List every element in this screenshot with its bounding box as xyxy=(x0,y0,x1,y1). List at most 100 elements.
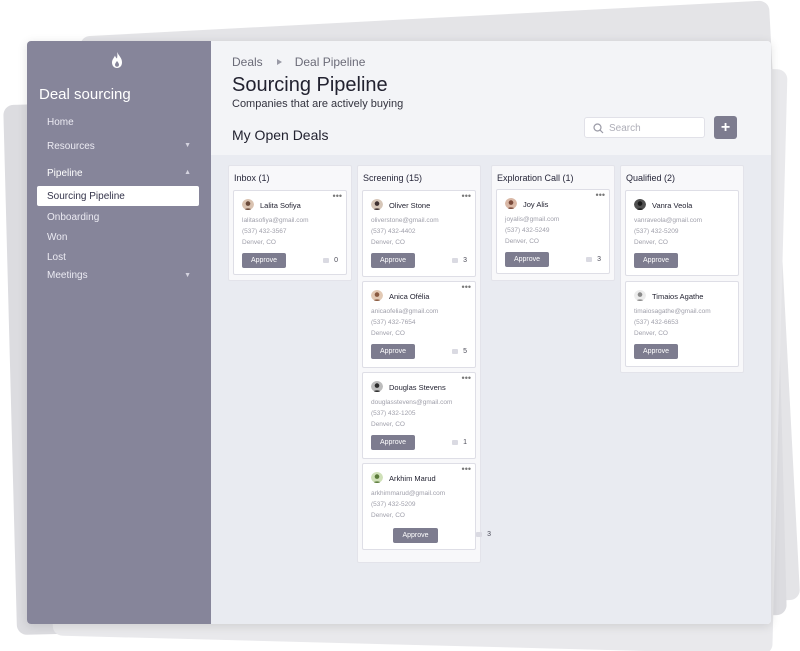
contact-location: Denver, CO xyxy=(371,239,405,246)
approve-button[interactable]: Approve xyxy=(505,252,549,267)
contact-email: douglasstevens@gmail.com xyxy=(371,399,453,406)
avatar xyxy=(634,289,646,301)
contact-name: Lalita Sofiya xyxy=(260,201,301,210)
deal-card[interactable]: ••• Arkhim Marud arkhimmarud@gmail.com (… xyxy=(362,463,491,550)
contact-name: Arkhim Marud xyxy=(389,474,436,483)
more-options-icon[interactable]: ••• xyxy=(596,190,605,200)
sidebar-item-pipeline[interactable]: Pipeline xyxy=(47,168,83,179)
page-title: Sourcing Pipeline xyxy=(232,74,388,96)
column-title: Exploration Call (1) xyxy=(497,173,574,183)
contact-phone: (537) 432-5209 xyxy=(371,501,416,508)
deal-card[interactable]: ••• Lalita Sofiya lalitasofiya@gmail.com… xyxy=(233,190,347,275)
more-options-icon[interactable]: ••• xyxy=(462,373,471,383)
deal-card[interactable]: ••• Joy Alis joyalis@gmail.com (537) 432… xyxy=(496,189,610,274)
sidebar-item-resources[interactable]: Resources xyxy=(47,141,95,152)
section-title: My Open Deals xyxy=(232,127,329,143)
contact-email: timaiosagathe@gmail.com xyxy=(634,308,711,315)
avatar xyxy=(634,198,646,210)
comment-count: 0 xyxy=(323,257,338,264)
column-title: Inbox (1) xyxy=(234,173,270,183)
flame-logo-icon[interactable] xyxy=(110,51,124,69)
column-title: Qualified (2) xyxy=(626,173,676,183)
app-title: Deal sourcing xyxy=(39,86,131,103)
approve-button[interactable]: Approve xyxy=(371,253,415,268)
chevron-down-icon[interactable]: ▼ xyxy=(184,142,191,149)
contact-name: Douglas Stevens xyxy=(389,383,446,392)
pipeline-board: Inbox (1) ••• Lalita Sofiya lalitasofiya… xyxy=(211,155,771,624)
contact-name: Timaios Agathe xyxy=(652,292,704,301)
app-window: Deal sourcing Home Resources ▼ Pipeline … xyxy=(27,41,771,624)
contact-location: Denver, CO xyxy=(371,421,405,428)
main-content: Deals Deal Pipeline Sourcing Pipeline Co… xyxy=(211,41,771,624)
contact-phone: (537) 432-5249 xyxy=(505,227,550,234)
avatar xyxy=(242,198,254,210)
contact-email: vanraveola@gmail.com xyxy=(634,217,703,224)
contact-name: Oliver Stone xyxy=(389,201,431,210)
deal-card[interactable]: Vanra Veola vanraveola@gmail.com (537) 4… xyxy=(625,190,739,276)
add-deal-button[interactable]: + xyxy=(714,116,737,139)
more-options-icon[interactable]: ••• xyxy=(462,282,471,292)
sidebar-item-meetings[interactable]: Meetings xyxy=(47,270,88,281)
deal-card[interactable]: Timaios Agathe timaiosagathe@gmail.com (… xyxy=(625,281,739,367)
approve-button[interactable]: Approve xyxy=(393,528,438,543)
chevron-up-icon[interactable]: ▲ xyxy=(184,169,191,176)
approve-button[interactable]: Approve xyxy=(371,344,415,359)
comment-count: 3 xyxy=(452,257,467,264)
contact-phone: (537) 432-4402 xyxy=(371,228,416,235)
deal-card[interactable]: ••• Oliver Stone oliverstone@gmail.com (… xyxy=(362,190,476,277)
approve-button[interactable]: Approve xyxy=(634,253,678,268)
sidebar-item-lost[interactable]: Lost xyxy=(47,252,66,263)
approve-button[interactable]: Approve xyxy=(242,253,286,268)
search-icon xyxy=(593,123,604,134)
sidebar-item-home[interactable]: Home xyxy=(47,117,74,128)
comment-count: 1 xyxy=(452,439,467,446)
sidebar-item-won[interactable]: Won xyxy=(47,232,67,243)
deal-card[interactable]: ••• Douglas Stevens douglasstevens@gmail… xyxy=(362,372,476,459)
page-subtitle: Companies that are actively buying xyxy=(232,98,404,110)
chevron-down-icon[interactable]: ▼ xyxy=(184,272,191,279)
contact-phone: (537) 432-6653 xyxy=(634,319,679,326)
sidebar-item-onboarding[interactable]: Onboarding xyxy=(47,212,99,223)
contact-name: Anica Ofélia xyxy=(389,292,430,301)
sidebar-item-label: Sourcing Pipeline xyxy=(47,191,125,202)
breadcrumb: Deals Deal Pipeline xyxy=(232,55,365,69)
contact-phone: (537) 432-5209 xyxy=(634,228,679,235)
comment-icon xyxy=(452,440,459,445)
deal-card[interactable]: ••• Anica Ofélia anicaofelia@gmail.com (… xyxy=(362,281,476,368)
pipeline-column-screening: Screening (15) ••• Oliver Stone oliverst… xyxy=(357,165,491,563)
contact-email: anicaofelia@gmail.com xyxy=(371,308,439,315)
comment-icon xyxy=(323,258,330,263)
avatar xyxy=(371,380,383,392)
sidebar-item-sourcing-pipeline[interactable]: Sourcing Pipeline xyxy=(37,186,199,206)
contact-location: Denver, CO xyxy=(634,330,668,337)
contact-email: arkhimmarud@gmail.com xyxy=(371,490,446,497)
comment-count: 3 xyxy=(586,256,601,263)
screenshot-stage: Deal sourcing Home Resources ▼ Pipeline … xyxy=(0,0,800,651)
avatar xyxy=(371,198,383,210)
contact-location: Denver, CO xyxy=(371,330,405,337)
comment-count: 3 xyxy=(476,531,491,538)
column-title: Screening (15) xyxy=(363,173,423,183)
comment-icon xyxy=(452,349,459,354)
contact-name: Vanra Veola xyxy=(652,201,693,210)
approve-button[interactable]: Approve xyxy=(634,344,678,359)
pipeline-column-exploration-call: Exploration Call (1) ••• Joy Alis joyali… xyxy=(491,165,615,281)
more-options-icon[interactable]: ••• xyxy=(462,464,471,474)
breadcrumb-current[interactable]: Deal Pipeline xyxy=(295,55,366,69)
more-options-icon[interactable]: ••• xyxy=(462,191,471,201)
comment-icon xyxy=(452,258,459,263)
approve-button[interactable]: Approve xyxy=(371,435,415,450)
contact-phone: (537) 432-3567 xyxy=(242,228,287,235)
avatar xyxy=(505,197,517,209)
comment-icon xyxy=(476,532,483,537)
comment-icon xyxy=(586,257,593,262)
contact-name: Joy Alis xyxy=(523,200,549,209)
search-input[interactable] xyxy=(609,121,699,135)
more-options-icon[interactable]: ••• xyxy=(333,191,342,201)
contact-location: Denver, CO xyxy=(634,239,668,246)
search-box[interactable] xyxy=(584,117,705,138)
contact-phone: (537) 432-1205 xyxy=(371,410,416,417)
breadcrumb-root[interactable]: Deals xyxy=(232,55,263,69)
avatar xyxy=(371,471,383,483)
contact-phone: (537) 432-7654 xyxy=(371,319,416,326)
